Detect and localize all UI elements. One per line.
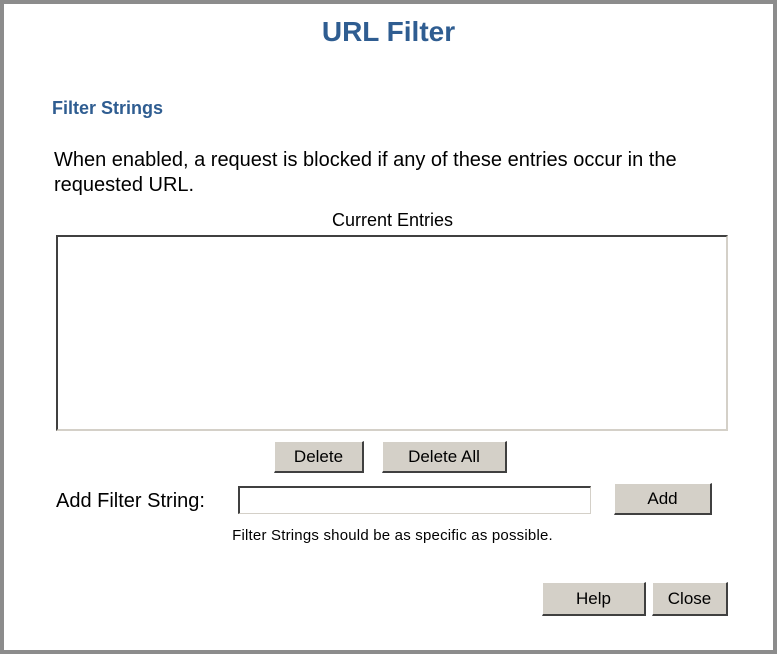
page-title: URL Filter [321,16,456,47]
delete-all-button[interactable]: Delete All [382,441,507,473]
help-button[interactable]: Help [542,582,646,616]
url-filter-window: URL Filter Filter Strings When enabled, … [0,0,777,654]
delete-button[interactable]: Delete [274,441,364,473]
current-entries-list[interactable] [56,235,728,431]
add-filter-string-input[interactable] [238,486,591,514]
section-title: Filter Strings [52,98,164,118]
section-description: When enabled, a request is blocked if an… [54,149,677,196]
close-button[interactable]: Close [652,582,728,616]
add-filter-string-label: Add Filter String: [56,490,205,512]
filter-hint-text: Filter Strings should be as specific as … [232,527,553,544]
add-button[interactable]: Add [614,483,712,515]
current-entries-label: Current Entries [331,210,454,230]
